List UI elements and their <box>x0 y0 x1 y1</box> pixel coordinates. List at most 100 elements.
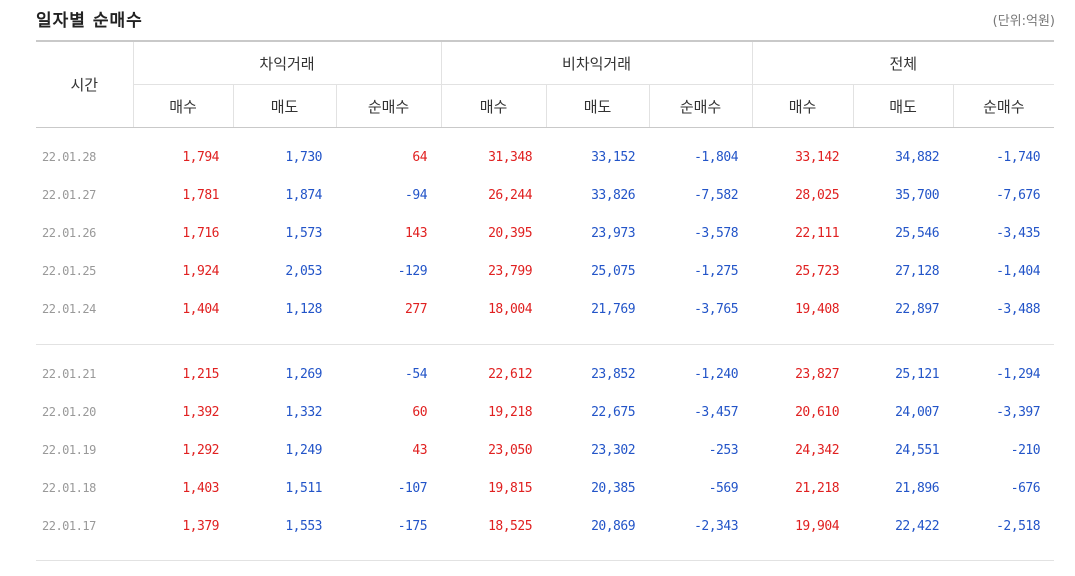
buy-cell: 22,612 <box>488 366 533 382</box>
net-cell: -1,804 <box>694 149 739 165</box>
date-cell: 22.01.18 <box>42 481 96 495</box>
buy-cell: 20,610 <box>795 404 840 420</box>
date-cell: 22.01.21 <box>42 367 96 381</box>
date-cell: 22.01.25 <box>42 264 96 278</box>
sell-cell: 1,573 <box>285 225 322 241</box>
net-cell: -569 <box>708 480 739 496</box>
net-cell: -94 <box>405 187 428 203</box>
table-bottom-border <box>36 560 1054 561</box>
sell-cell: 1,553 <box>285 518 322 534</box>
sell-cell: 24,007 <box>895 404 940 420</box>
sell-cell: 1,269 <box>285 366 322 382</box>
buy-cell: 22,111 <box>795 225 840 241</box>
buy-cell: 1,404 <box>182 301 219 317</box>
sell-cell: 1,730 <box>285 149 322 165</box>
sell-cell: 23,852 <box>591 366 636 382</box>
sell-cell: 1,128 <box>285 301 322 317</box>
sub-header-sell: 매도 <box>852 84 954 128</box>
buy-cell: 18,004 <box>488 301 533 317</box>
net-cell: -7,676 <box>996 187 1041 203</box>
daily-net-buy-panel: 일자별 순매수 (단위:억원) 시간 차익거래 비차익거래 전체 매수 매도 순… <box>0 0 1075 576</box>
buy-cell: 1,924 <box>182 263 219 279</box>
net-cell: 143 <box>405 225 428 241</box>
net-cell: -1,740 <box>996 149 1041 165</box>
group-header-non-arbitrage: 비차익거래 <box>440 40 753 85</box>
sell-cell: 33,826 <box>591 187 636 203</box>
sell-cell: 23,973 <box>591 225 636 241</box>
net-cell: -1,404 <box>996 263 1041 279</box>
buy-cell: 1,781 <box>182 187 219 203</box>
sell-cell: 34,882 <box>895 149 940 165</box>
net-buy-table: 시간 차익거래 비차익거래 전체 매수 매도 순매수 매수 매도 순매수 매수 … <box>36 40 1055 546</box>
buy-cell: 1,215 <box>182 366 219 382</box>
buy-cell: 1,716 <box>182 225 219 241</box>
buy-cell: 1,292 <box>182 442 219 458</box>
net-cell: -7,582 <box>694 187 739 203</box>
table-row: 22.01.20 1,392 1,332 60 19,218 22,675 -3,457 20… <box>36 393 1054 431</box>
buy-cell: 19,815 <box>488 480 533 496</box>
sub-header-buy: 매수 <box>751 84 854 128</box>
table-row: 22.01.17 1,379 1,553 -175 18,525 20,869 -2,343… <box>36 507 1054 545</box>
buy-cell: 24,342 <box>795 442 840 458</box>
net-cell: 60 <box>412 404 428 420</box>
net-cell: -3,488 <box>996 301 1041 317</box>
buy-cell: 25,723 <box>795 263 840 279</box>
net-cell: -2,343 <box>694 518 739 534</box>
buy-cell: 21,218 <box>795 480 840 496</box>
table-row: 22.01.19 1,292 1,249 43 23,050 23,302 -253 24,3… <box>36 431 1054 469</box>
sell-cell: 1,249 <box>285 442 322 458</box>
sell-cell: 21,896 <box>895 480 940 496</box>
sell-cell: 22,675 <box>591 404 636 420</box>
table-row: 22.01.24 1,404 1,128 277 18,004 21,769 -3,765 1… <box>36 290 1054 328</box>
sell-cell: 24,551 <box>895 442 940 458</box>
sub-header-net: 순매수 <box>648 84 753 128</box>
net-cell: -129 <box>397 263 428 279</box>
spacer-cell <box>36 328 1055 345</box>
net-cell: 277 <box>405 301 428 317</box>
table-row: 22.01.21 1,215 1,269 -54 22,612 23,852 -1,240 2… <box>36 355 1054 393</box>
buy-cell: 31,348 <box>488 149 533 165</box>
unit-label: (단위:억원) <box>992 14 1055 29</box>
date-cell: 22.01.19 <box>42 443 96 457</box>
sub-header-net: 순매수 <box>335 84 442 128</box>
row-spacer <box>36 128 1054 139</box>
sub-header-buy: 매수 <box>440 84 547 128</box>
net-cell: -3,435 <box>996 225 1041 241</box>
sell-cell: 25,075 <box>591 263 636 279</box>
sub-header-net: 순매수 <box>952 84 1055 128</box>
net-cell: -3,765 <box>694 301 739 317</box>
sell-cell: 33,152 <box>591 149 636 165</box>
table-row: 22.01.25 1,924 2,053 -129 23,799 25,075 -1,275… <box>36 252 1054 290</box>
date-cell: 22.01.20 <box>42 405 96 419</box>
sell-cell: 25,546 <box>895 225 940 241</box>
sell-cell: 22,897 <box>895 301 940 317</box>
table-row: 22.01.26 1,716 1,573 143 20,395 23,973 -3,578 2… <box>36 214 1054 252</box>
date-cell: 22.01.17 <box>42 519 96 533</box>
buy-cell: 1,379 <box>182 518 219 534</box>
net-cell: -253 <box>708 442 739 458</box>
net-cell: 43 <box>412 442 428 458</box>
date-cell: 22.01.24 <box>42 302 96 316</box>
buy-cell: 1,392 <box>182 404 219 420</box>
spacer-cell <box>36 345 1054 356</box>
sell-cell: 20,385 <box>591 480 636 496</box>
sell-cell: 2,053 <box>285 263 322 279</box>
sell-cell: 1,511 <box>285 480 322 496</box>
net-cell: -3,457 <box>694 404 739 420</box>
table-row: 22.01.27 1,781 1,874 -94 26,244 33,826 -7,582 2… <box>36 176 1054 214</box>
buy-cell: 19,218 <box>488 404 533 420</box>
net-cell: -3,578 <box>694 225 739 241</box>
sell-cell: 35,700 <box>895 187 940 203</box>
buy-cell: 18,525 <box>488 518 533 534</box>
sell-cell: 21,769 <box>591 301 636 317</box>
net-cell: -2,518 <box>996 518 1041 534</box>
net-cell: -1,275 <box>694 263 739 279</box>
net-cell: -54 <box>405 366 428 382</box>
sub-header-buy: 매수 <box>132 84 233 128</box>
table-body: 22.01.28 1,794 1,730 64 31,348 33,152 -1,804 33… <box>36 128 1055 546</box>
row-spacer <box>36 328 1055 345</box>
net-cell: -3,397 <box>996 404 1041 420</box>
buy-cell: 20,395 <box>488 225 533 241</box>
buy-cell: 23,799 <box>488 263 533 279</box>
buy-cell: 23,827 <box>795 366 840 382</box>
